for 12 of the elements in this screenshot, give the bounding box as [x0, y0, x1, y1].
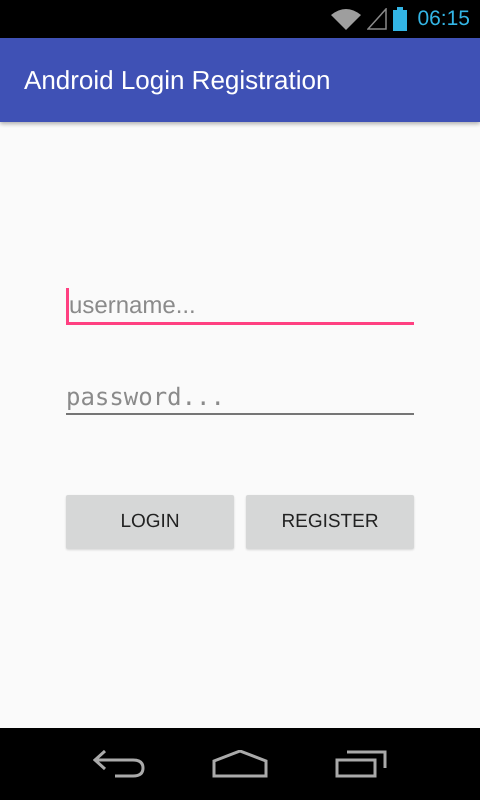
action-button[interactable]: LOGIN — [66, 495, 234, 549]
password-field[interactable]: password... — [66, 379, 414, 415]
back-icon[interactable] — [93, 749, 146, 779]
home-icon[interactable] — [212, 750, 268, 778]
signal-icon — [367, 8, 388, 30]
wifi-icon — [331, 8, 362, 30]
action-button[interactable]: REGISTER — [246, 495, 414, 549]
app-title: Android Login Registration — [24, 64, 330, 96]
recent-apps-icon[interactable] — [334, 750, 387, 778]
battery-icon — [393, 7, 408, 31]
clock-time: 06:15 — [417, 7, 470, 31]
username-field[interactable]: username... — [66, 288, 414, 325]
